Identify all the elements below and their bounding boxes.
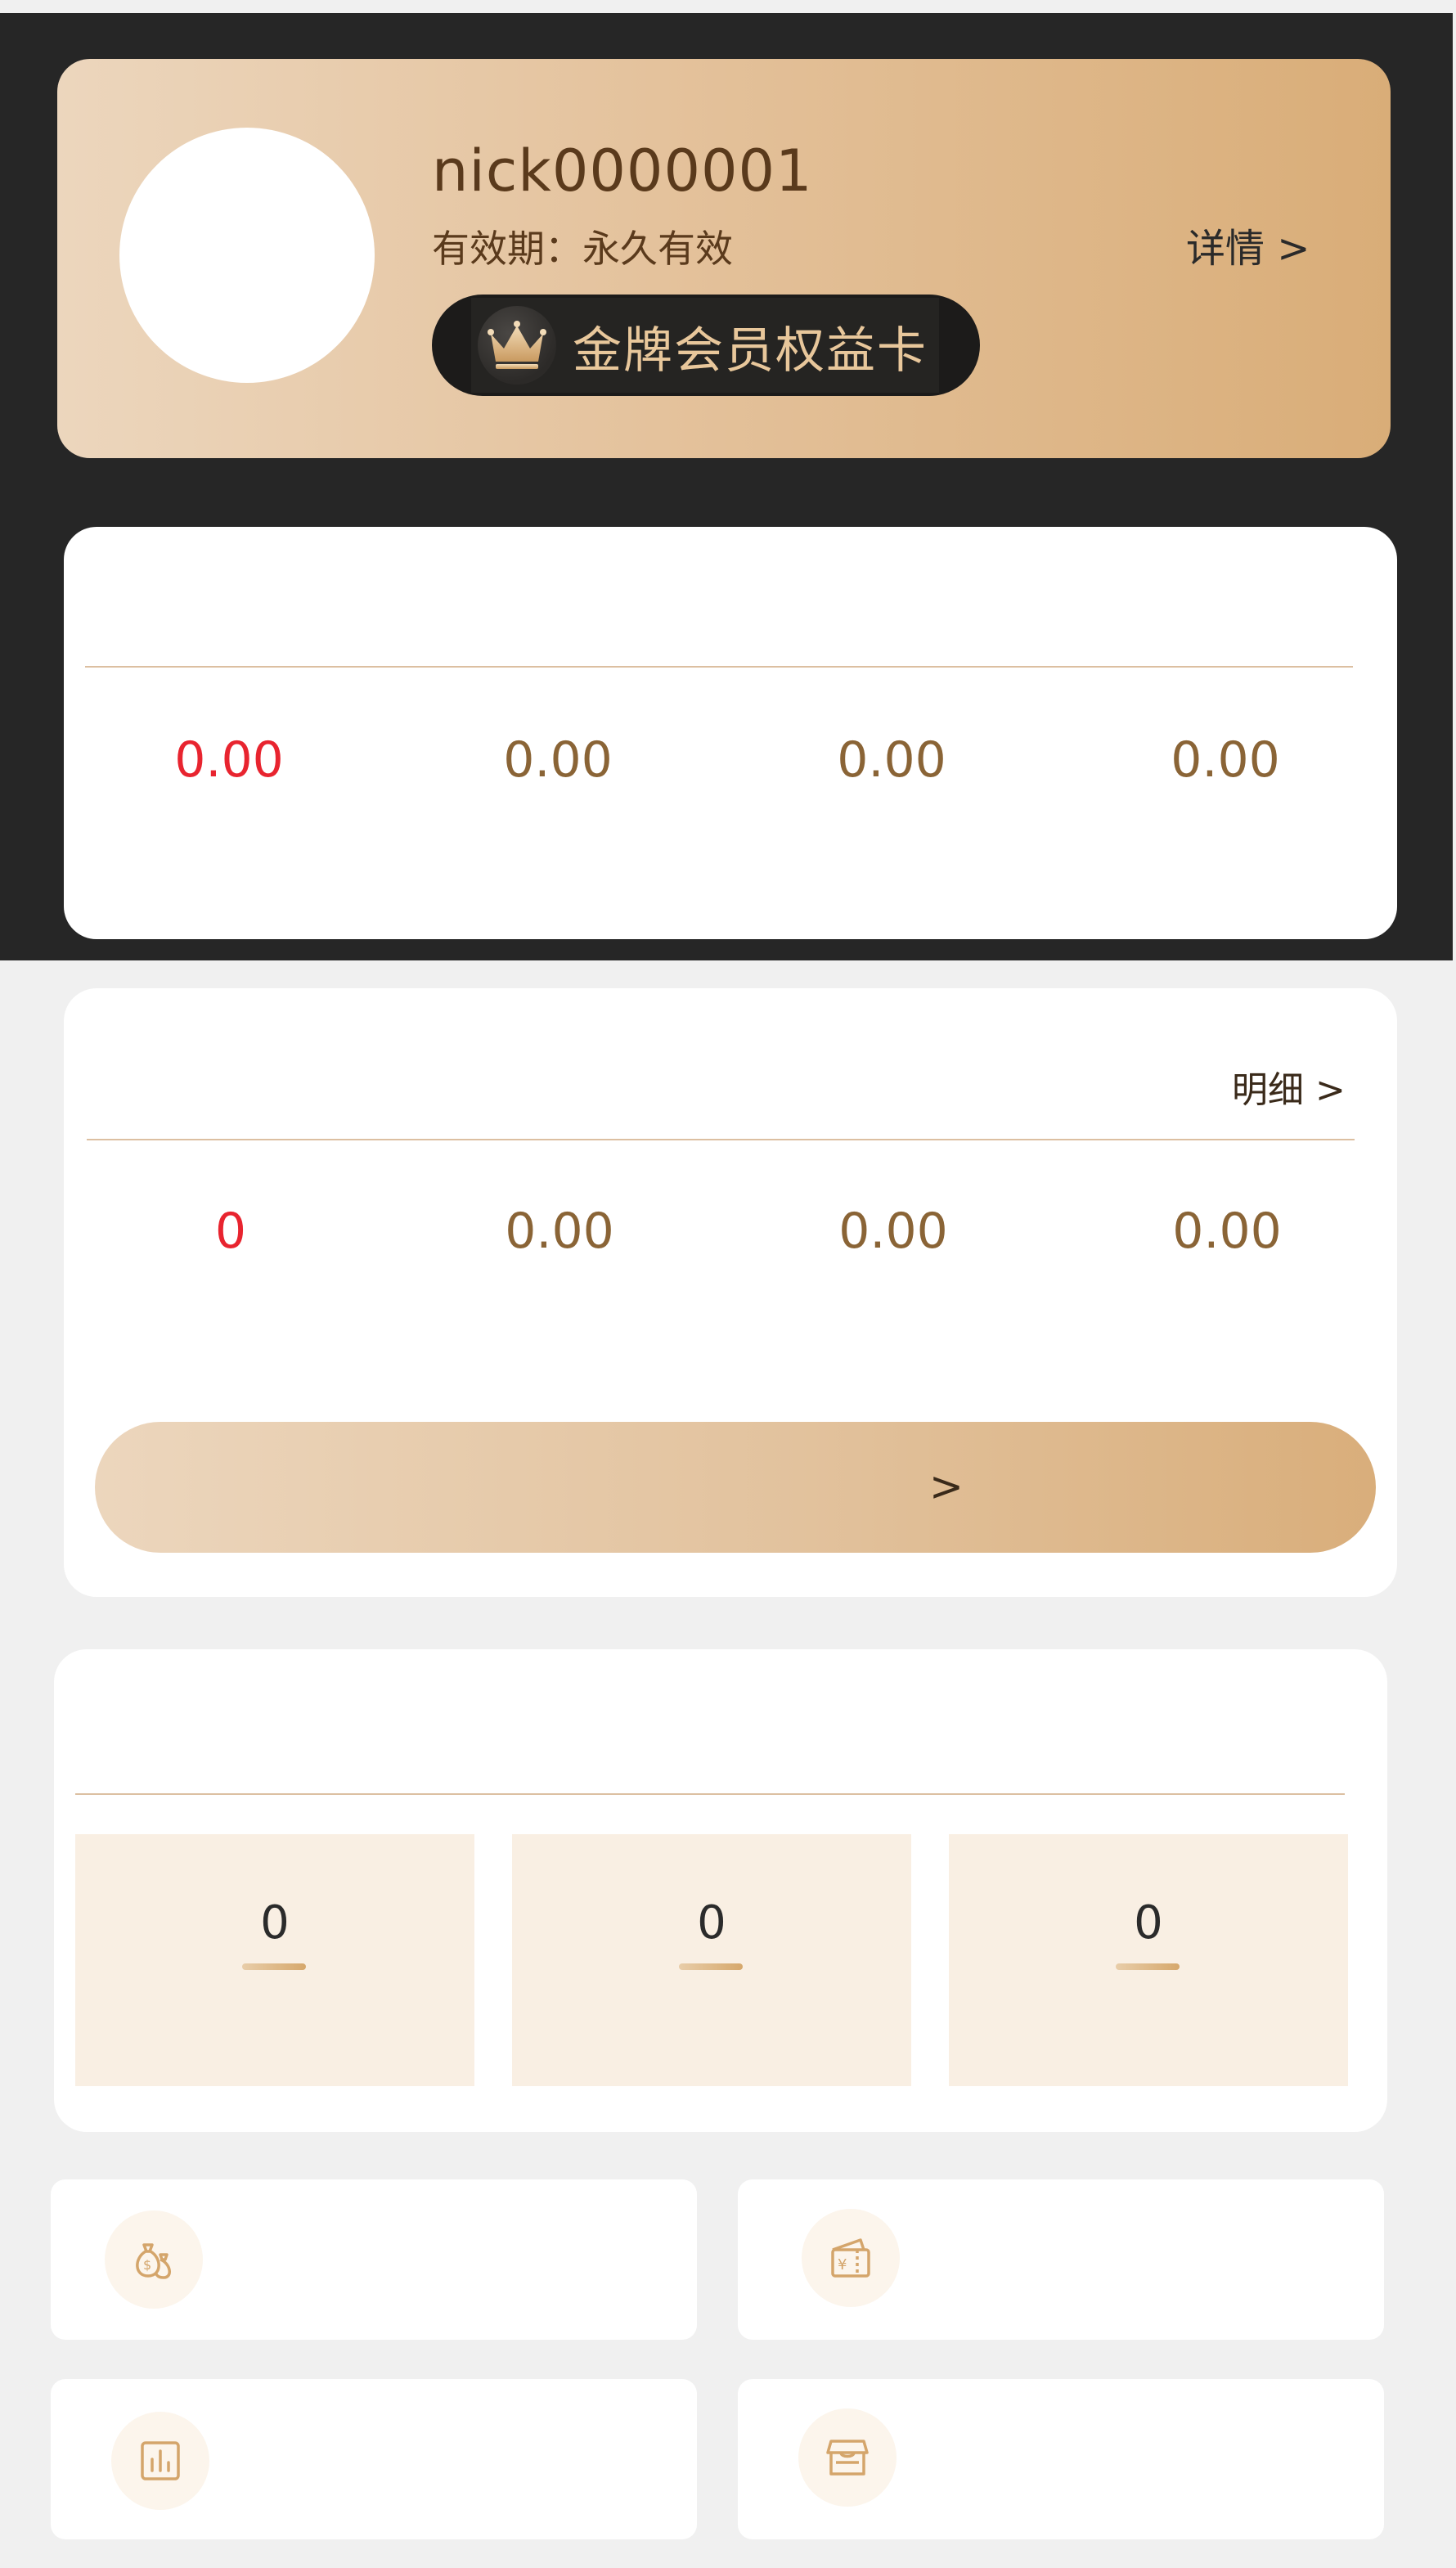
store-icon [798, 2408, 897, 2507]
tile[interactable]: 0 [949, 1834, 1348, 2086]
stat-value[interactable]: 0.00 [771, 1203, 1016, 1260]
money-bag-icon: $ [105, 2210, 203, 2309]
chevron-right-icon: > [929, 1463, 964, 1510]
tile[interactable]: 0 [75, 1834, 474, 2086]
nickname: nick0000001 [432, 137, 813, 205]
stat-value[interactable]: 0.00 [1104, 1203, 1350, 1260]
stat-value[interactable]: 0.00 [106, 731, 352, 789]
details-link[interactable]: 详情 > [1186, 216, 1310, 273]
validity-text: 有效期：永久有效 [432, 227, 733, 271]
tile-underline [242, 1963, 306, 1970]
tile-value: 0 [697, 1896, 726, 1950]
svg-text:$: $ [143, 2257, 151, 2273]
divider [87, 1139, 1355, 1140]
stat-value[interactable]: 0 [108, 1203, 353, 1260]
top-stats-panel: 0.00 0.00 0.00 0.00 [64, 527, 1397, 939]
entry-card-store[interactable] [738, 2379, 1384, 2539]
tile-value: 0 [260, 1896, 290, 1950]
stat-value[interactable]: 0.00 [1103, 731, 1348, 789]
divider [75, 1793, 1345, 1795]
tile[interactable]: 0 [512, 1834, 911, 2086]
entry-card-wallet[interactable]: ¥ [738, 2179, 1384, 2340]
svg-text:¥: ¥ [838, 2256, 847, 2273]
tile-underline [1116, 1963, 1180, 1970]
divider [85, 666, 1353, 668]
stat-value[interactable]: 0.00 [435, 731, 681, 789]
tiles-panel: 0 0 0 [54, 1649, 1387, 2132]
bar-chart-icon [111, 2412, 209, 2510]
membership-card-label: 金牌会员权益卡 [573, 322, 928, 380]
crown-icon [478, 306, 556, 385]
avatar[interactable] [119, 128, 375, 383]
entry-card-money[interactable]: $ [51, 2179, 697, 2340]
tile-underline [679, 1963, 743, 1970]
gold-action-button[interactable]: > [95, 1422, 1376, 1553]
wallet-icon: ¥ [802, 2209, 900, 2307]
member-card[interactable]: nick0000001 有效期：永久有效 金牌会员权益卡 详情 > [57, 59, 1391, 458]
page: nick0000001 有效期：永久有效 金牌会员权益卡 详情 > 0.00 0… [0, 0, 1456, 2568]
stat-value[interactable]: 0.00 [437, 1203, 682, 1260]
membership-card-badge[interactable]: 金牌会员权益卡 [432, 295, 980, 396]
tile-value: 0 [1134, 1896, 1163, 1950]
entry-card-chart[interactable] [51, 2379, 697, 2539]
stat-value[interactable]: 0.00 [769, 731, 1014, 789]
detail-link[interactable]: 明细 > [1232, 1060, 1346, 1113]
